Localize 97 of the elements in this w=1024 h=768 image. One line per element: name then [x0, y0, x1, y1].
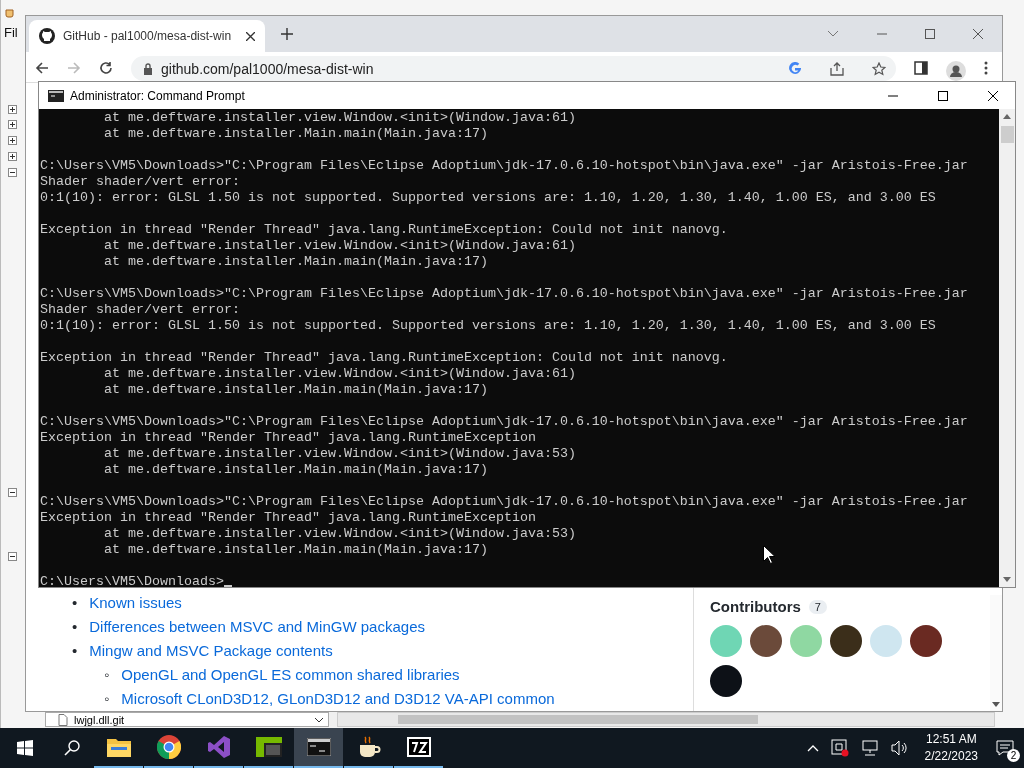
profile-icon[interactable]: [946, 61, 966, 81]
start-icon[interactable]: [17, 740, 33, 756]
chevron-icon[interactable]: [827, 30, 839, 38]
horizontal-scrollbar[interactable]: [337, 712, 995, 727]
console-line: at me.deftware.installer.Main.main(Main.java:17): [103, 126, 488, 142]
back-icon[interactable]: [35, 61, 49, 75]
menu-icon[interactable]: [984, 61, 988, 75]
lock-icon: [143, 62, 153, 75]
bullet: ◦: [104, 690, 110, 708]
toc-link[interactable]: Differences between MSVC and MinGW packages: [89, 618, 425, 636]
bullet: •: [72, 618, 78, 636]
new-tab-icon[interactable]: [281, 28, 293, 40]
console-line: at me.deftware.installer.view.Window.<init>(Window.java:61): [103, 366, 576, 382]
collapse-icon[interactable]: [8, 488, 17, 497]
close-icon[interactable]: [988, 90, 998, 101]
toc-link[interactable]: Microsoft CLonD3D12, GLonD3D12 and D3D12 VA-API common: [121, 690, 555, 708]
toc-link[interactable]: Mingw and MSVC Package contents: [89, 642, 333, 660]
expand-icon[interactable]: [8, 136, 17, 145]
google-icon[interactable]: [788, 61, 802, 76]
console-line: 0:1(10): error: GLSL 1.50 is not supported. Supported versions are: 1.10, 1.20, 1.30, 1.40, 1.00 ES, and 3.00 ES: [40, 318, 936, 334]
folder-icon: [106, 737, 131, 757]
date-text: 2/22/2023: [924, 748, 978, 765]
expand-icon[interactable]: [8, 105, 17, 114]
vertical-scrollbar[interactable]: [990, 595, 1002, 711]
console-line: 0:1(10): error: GLSL 1.50 is not supported. Supported versions are: 1.10, 1.20, 1.30, 1.40, 1.00 ES, and 3.00 ES: [40, 190, 936, 206]
text-cursor: [223, 585, 232, 587]
cup-icon: [4, 6, 16, 18]
toc-link[interactable]: Known issues: [89, 594, 182, 612]
search-icon[interactable]: [64, 740, 80, 756]
maximize-icon[interactable]: [938, 90, 948, 101]
avatar-icon[interactable]: [830, 625, 862, 657]
address-bar[interactable]: github.com/pal1000/mesa-dist-win: [131, 56, 896, 81]
up-arrow-icon[interactable]: [1003, 114, 1011, 119]
avatar-icon[interactable]: [710, 665, 742, 697]
file-dropdown[interactable]: lwjgl.dll.git: [45, 712, 329, 727]
caret-icon: [314, 716, 324, 723]
console-prompt: C:\Users\VM5\Downloads>: [40, 574, 224, 587]
console-line: C:\Users\VM5\Downloads>"C:\Program Files\Eclipse Adoptium\jdk-17.0.6.10-hotspot\bin\java.exe" -jar Aristois-Free.jar: [40, 286, 968, 302]
console-line: at me.deftware.installer.view.Window.<init>(Window.java:53): [103, 526, 576, 542]
console-line: Shader shader/vert error:: [40, 174, 240, 190]
console-line: at me.deftware.installer.Main.main(Main.java:17): [103, 462, 488, 478]
volume-icon[interactable]: [890, 740, 909, 756]
time-text: 12:51 AM: [925, 731, 977, 748]
github-icon: [39, 28, 55, 44]
tab-title: GitHub - pal1000/mesa-dist-win: [63, 29, 233, 43]
console-line: C:\Users\VM5\Downloads>"C:\Program Files\Eclipse Adoptium\jdk-17.0.6.10-hotspot\bin\java.exe" -jar Aristois-Free.jar: [40, 414, 968, 430]
avatar-icon[interactable]: [750, 625, 782, 657]
console-line: Shader shader/vert error:: [40, 302, 240, 318]
console-line: Exception in thread "Render Thread" java.lang.RuntimeException: Could not init nanovg.: [40, 350, 728, 366]
terminal-icon: [306, 738, 331, 756]
bullet: •: [72, 594, 78, 612]
star-icon[interactable]: [872, 61, 886, 76]
console-line: at me.deftware.installer.view.Window.<init>(Window.java:61): [103, 110, 576, 126]
scroll-thumb[interactable]: [1000, 126, 1014, 143]
window-title: Administrator: Command Prompt: [70, 88, 245, 103]
bullet: •: [72, 642, 78, 660]
console-line: C:\Users\VM5\Downloads>"C:\Program Files\Eclipse Adoptium\jdk-17.0.6.10-hotspot\bin\java.exe" -jar Aristois-Free.jar: [40, 158, 968, 174]
collapse-icon[interactable]: [8, 168, 17, 177]
side-panel-icon[interactable]: [914, 61, 928, 75]
contributors-heading: Contributors: [710, 598, 801, 615]
window-stack-icon: [255, 737, 282, 757]
expand-icon[interactable]: [8, 120, 17, 129]
avatar-icon[interactable]: [910, 625, 942, 657]
console-line: at me.deftware.installer.Main.main(Main.java:17): [103, 542, 488, 558]
infinity-ribbon-icon: [206, 735, 231, 759]
url-text: github.com/pal1000/mesa-dist-win: [161, 60, 374, 77]
close-icon[interactable]: [246, 31, 255, 41]
console-line: at me.deftware.installer.view.Window.<init>(Window.java:61): [103, 238, 576, 254]
console-line: at me.deftware.installer.Main.main(Main.java:17): [103, 382, 488, 398]
expand-icon[interactable]: [8, 152, 17, 161]
bullet: ◦: [104, 666, 110, 684]
console-line: Exception in thread "Render Thread" java.lang.RuntimeException: [40, 430, 536, 446]
chevron-up-icon[interactable]: [806, 744, 819, 752]
menu-item[interactable]: Fil: [4, 25, 18, 40]
vertical-scrollbar[interactable]: [999, 109, 1015, 587]
console-line: at me.deftware.installer.view.Window.<init>(Window.java:53): [103, 446, 576, 462]
down-arrow-icon[interactable]: [1003, 577, 1011, 582]
taskbar-button[interactable]: [294, 728, 343, 768]
file-name: lwjgl.dll.git: [74, 713, 125, 726]
browser-tab[interactable]: GitHub - pal1000/mesa-dist-win: [29, 20, 265, 52]
archive-icon: [406, 737, 431, 757]
console-line: Exception in thread "Render Thread" java.lang.RuntimeException: [40, 510, 536, 526]
count-badge: 7: [808, 599, 827, 614]
chrome-icon: [156, 735, 181, 759]
mouse-pointer-icon: [763, 545, 775, 564]
share-icon[interactable]: [830, 61, 844, 76]
console-line: C:\Users\VM5\Downloads>"C:\Program Files\Eclipse Adoptium\jdk-17.0.6.10-hotspot\bin\java.exe" -jar Aristois-Free.jar: [40, 494, 968, 510]
reload-icon[interactable]: [99, 61, 113, 75]
console-line: Exception in thread "Render Thread" java.lang.RuntimeException: Could not init nanovg.: [40, 222, 728, 238]
down-arrow-icon[interactable]: [992, 702, 1000, 707]
console-line: at me.deftware.installer.Main.main(Main.java:17): [103, 254, 488, 270]
terminal-icon: [48, 89, 64, 102]
clock[interactable]: 12:51 AM 2/22/2023: [924, 731, 978, 765]
notification-count: 2: [1007, 749, 1020, 762]
network-icon[interactable]: [860, 740, 879, 756]
collapse-icon[interactable]: [8, 552, 17, 561]
toc-link[interactable]: OpenGL and OpenGL ES common shared libraries: [121, 666, 460, 684]
